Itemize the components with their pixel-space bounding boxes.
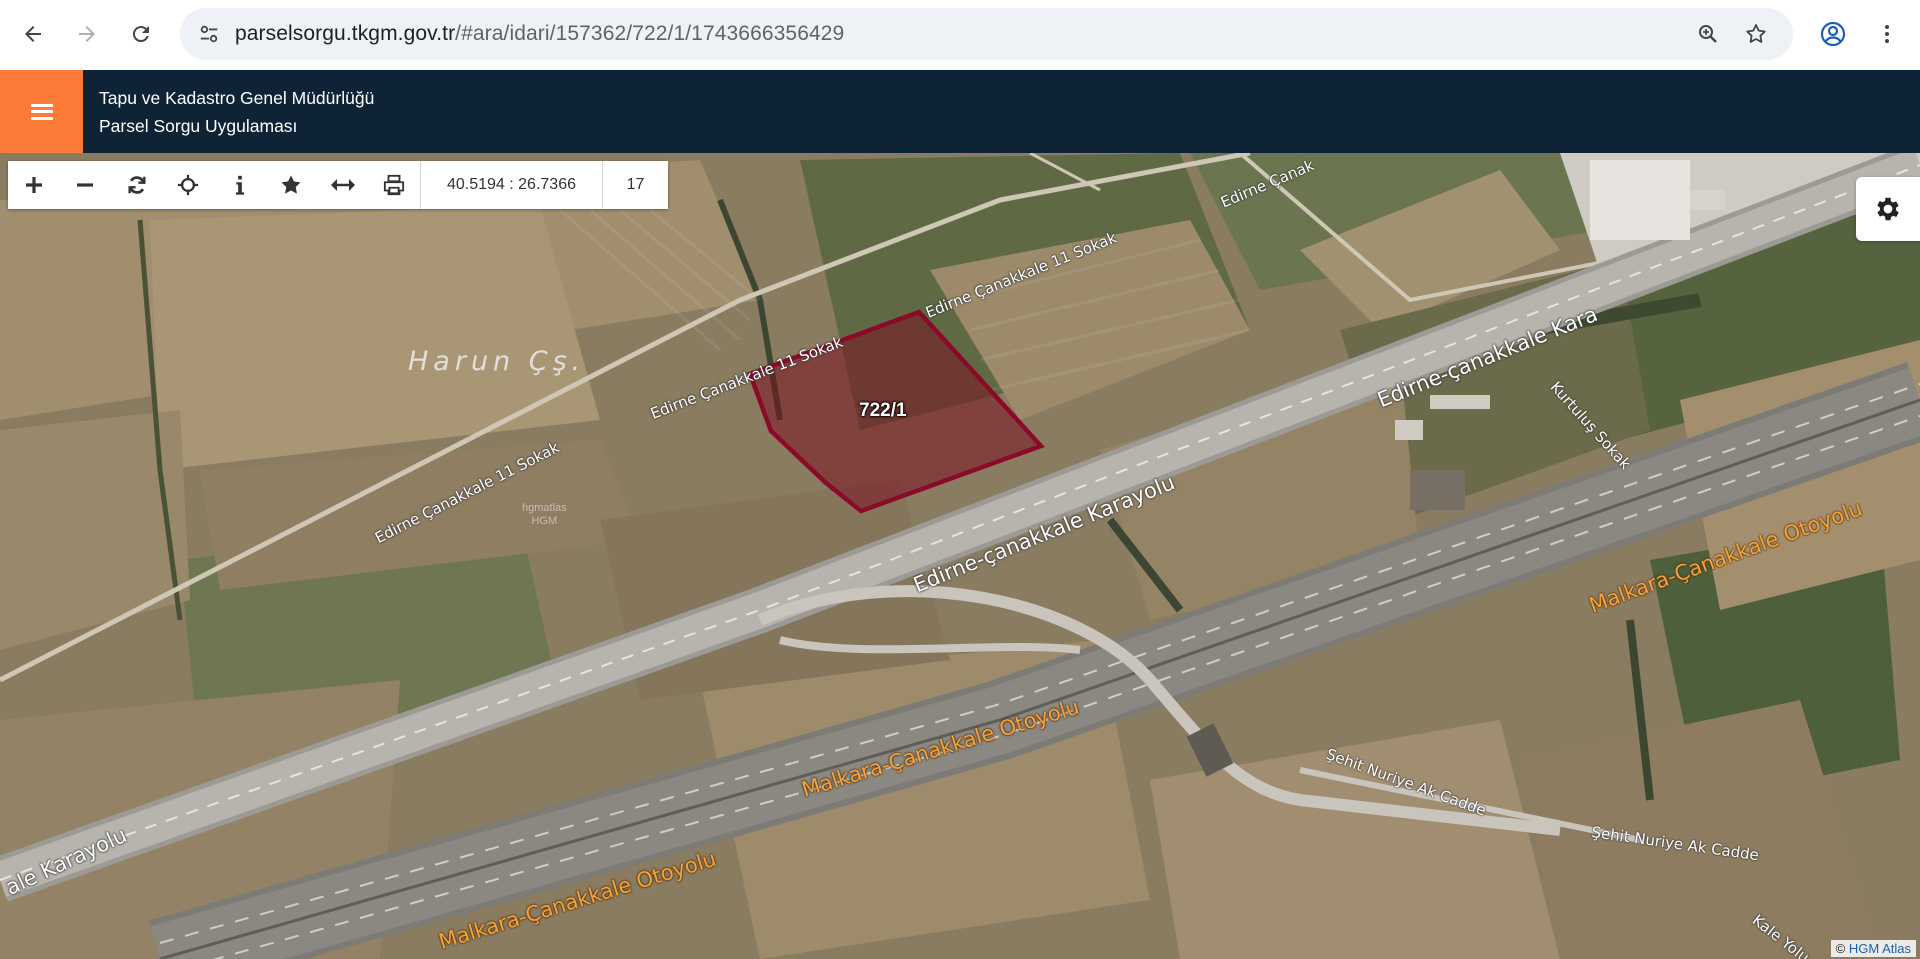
kebab-menu-icon[interactable] [1870,17,1904,51]
map-canvas[interactable]: Harun Çş. 722/1 Edirne Çanakkale 11 Soka… [0,153,1920,959]
measure-icon [330,179,355,191]
hamburger-icon [30,103,53,120]
app-header: Tapu ve Kadastro Genel Müdürlüğü Parsel … [0,70,1920,153]
zoom-out-icon [77,183,94,187]
header-titles: Tapu ve Kadastro Genel Müdürlüğü Parsel … [99,84,374,140]
hgm-atlas-link[interactable]: HGM Atlas [1849,941,1911,956]
favorite-star-icon [281,175,301,194]
zoom-in-icon [25,177,42,193]
zoom-in-button[interactable] [8,161,60,209]
parcel-label[interactable]: 722/1 [859,400,907,422]
locate-icon [178,174,199,196]
profile-icon[interactable] [1816,17,1850,51]
hamburger-menu-button[interactable] [0,70,83,153]
header-title: Tapu ve Kadastro Genel Müdürlüğü [99,88,375,108]
print-button[interactable] [369,161,421,209]
measure-button[interactable] [317,161,369,209]
url-path: /#ara/idari/157362/722/1/1743666356429 [455,22,845,45]
settings-button[interactable] [1856,177,1920,241]
browser-toolbar: parselsorgu.tkgm.gov.tr/#ara/idari/15736… [0,0,1920,70]
place-label-harun: Harun Çş. [408,346,586,377]
refresh-icon [128,176,146,194]
bookmark-star-icon[interactable] [1739,17,1773,51]
map-attribution: © HGM Atlas [1830,940,1916,957]
site-settings-icon[interactable] [192,17,226,51]
info-button[interactable] [214,161,266,209]
coordinate-display: 40.5194 : 26.7366 [420,161,602,209]
zoom-out-button[interactable] [60,161,112,209]
forward-arrow-icon[interactable] [70,17,104,51]
zoom-icon[interactable] [1691,17,1725,51]
gear-icon [1877,197,1899,221]
header-subtitle: Parsel Sorgu Uygulaması [99,116,298,136]
print-icon [384,174,405,196]
refresh-button[interactable] [111,161,163,209]
watermark: hgmatlas HGM [522,502,567,527]
locate-button[interactable] [163,161,215,209]
favorite-button[interactable] [266,161,318,209]
url-text[interactable]: parselsorgu.tkgm.gov.tr/#ara/idari/15736… [235,8,844,60]
back-arrow-icon[interactable] [16,17,50,51]
zoom-level-display: 17 [602,161,668,209]
url-host: parselsorgu.tkgm.gov.tr [235,22,456,45]
reload-icon[interactable] [124,17,158,51]
map-toolbar: 40.5194 : 26.7366 17 [8,161,668,209]
address-bar[interactable]: parselsorgu.tkgm.gov.tr/#ara/idari/15736… [180,8,1793,60]
info-icon [235,175,244,195]
